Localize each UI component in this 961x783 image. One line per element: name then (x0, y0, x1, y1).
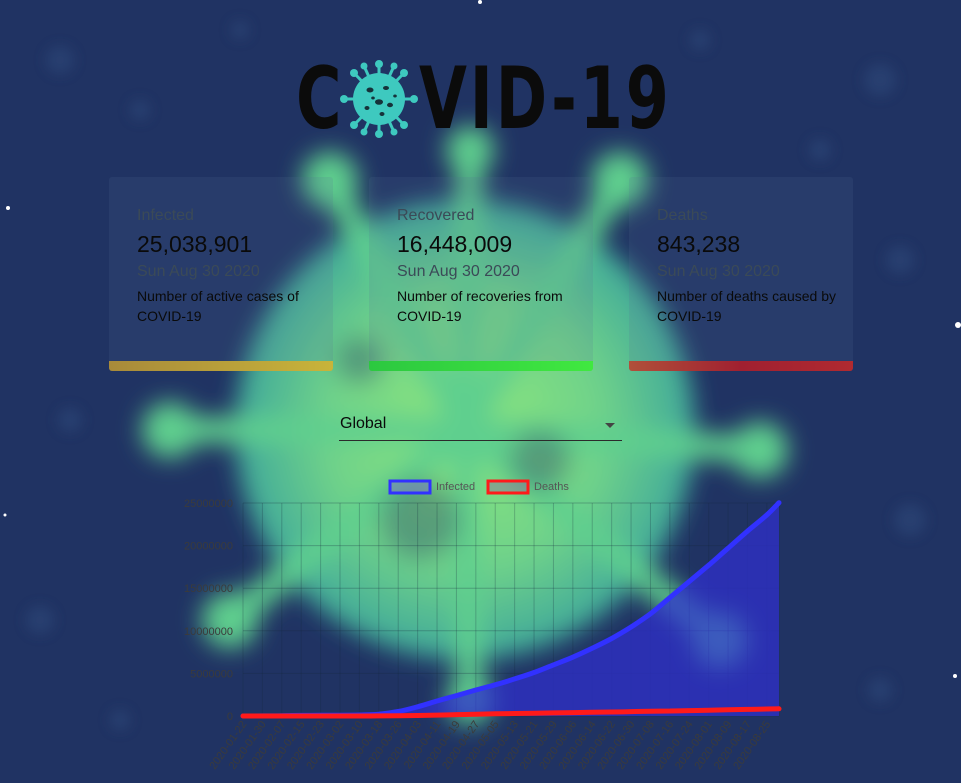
infected-area (243, 502, 779, 716)
y-tick-label: 5000000 (190, 668, 233, 680)
legend-infected-label: Infected (436, 481, 475, 493)
cases-line-chart: 0 5000000 10000000 15000000 20000000 25000000… (184, 479, 782, 772)
legend-infected-swatch (388, 479, 432, 495)
y-tick-label: 10000000 (184, 626, 233, 638)
y-tick-label: 15000000 (184, 583, 233, 595)
legend-deaths-swatch (486, 479, 530, 495)
y-tick-label: 25000000 (184, 498, 233, 510)
legend-deaths-label: Deaths (534, 481, 569, 493)
y-tick-label: 0 (227, 711, 233, 723)
y-tick-label: 20000000 (184, 541, 233, 553)
